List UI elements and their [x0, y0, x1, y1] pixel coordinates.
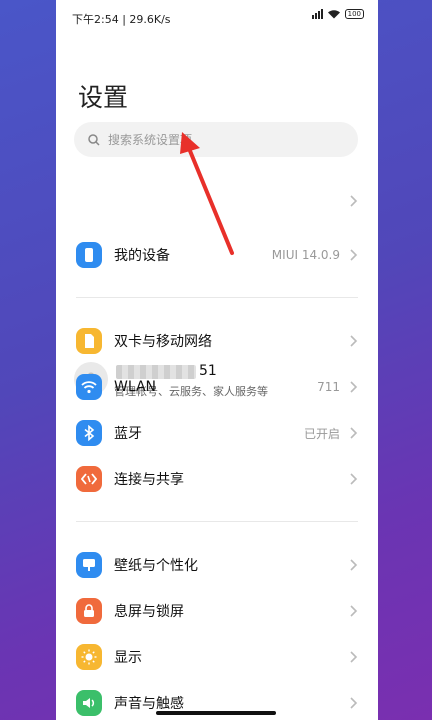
connection-sharing-label: 连接与共享 [114, 472, 184, 488]
sound-icon [76, 690, 102, 716]
connection-sharing-row[interactable]: 连接与共享 [56, 456, 378, 502]
chevron-right-icon [350, 249, 358, 261]
chevron-right-icon [350, 427, 358, 439]
wifi-status-icon [327, 10, 340, 19]
chevron-right-icon [350, 651, 358, 663]
status-bar: 下午2:54 | 29.6K/s 100 [56, 0, 378, 36]
sim-icon [76, 328, 102, 354]
display-row[interactable]: 显示 [56, 634, 378, 680]
annotation-arrow [180, 132, 234, 255]
chevron-right-icon [350, 195, 358, 207]
sim-network-label: 双卡与移动网络 [114, 334, 212, 350]
signal-icon [311, 9, 323, 19]
wifi-icon [76, 374, 102, 400]
battery-indicator: 100 [344, 9, 364, 19]
wlan-label: WLAN [114, 379, 157, 395]
my-device-label: 我的设备 [114, 248, 170, 264]
bluetooth-row[interactable]: 蓝牙 已开启 [56, 410, 378, 456]
bluetooth-icon [76, 420, 102, 446]
chevron-right-icon [350, 605, 358, 617]
display-label: 显示 [114, 650, 142, 666]
section-divider [76, 297, 358, 298]
wlan-value: 711 [317, 380, 340, 394]
sound-label: 声音与触感 [114, 696, 184, 712]
sun-icon [76, 644, 102, 670]
settings-screen: 下午2:54 | 29.6K/s 100 设置 搜索系统设置项 51 管理帐号、… [56, 0, 378, 720]
chevron-right-icon [350, 697, 358, 709]
lock-screen-label: 息屏与锁屏 [114, 604, 184, 620]
home-indicator[interactable] [156, 711, 276, 715]
phone-icon [76, 242, 102, 268]
status-icons: 100 [311, 9, 364, 19]
section-divider [76, 521, 358, 522]
chevron-right-icon [350, 473, 358, 485]
wallpaper-icon [76, 552, 102, 578]
my-device-value: MIUI 14.0.9 [271, 248, 340, 262]
lock-icon [76, 598, 102, 624]
chevron-right-icon [350, 559, 358, 571]
search-icon [88, 133, 100, 146]
sim-network-row[interactable]: 双卡与移动网络 [56, 318, 378, 364]
status-time: 下午2:54 | 29.6K/s [72, 13, 171, 26]
lock-screen-row[interactable]: 息屏与锁屏 [56, 588, 378, 634]
wallpaper-label: 壁纸与个性化 [114, 558, 198, 574]
page-title: 设置 [78, 83, 129, 112]
wallpaper-row[interactable]: 壁纸与个性化 [56, 542, 378, 588]
bluetooth-label: 蓝牙 [114, 426, 142, 442]
share-icon [76, 466, 102, 492]
chevron-right-icon [350, 381, 358, 393]
bluetooth-value: 已开启 [303, 426, 340, 441]
chevron-right-icon [350, 335, 358, 347]
wlan-row[interactable]: WLAN 711 [56, 364, 378, 410]
